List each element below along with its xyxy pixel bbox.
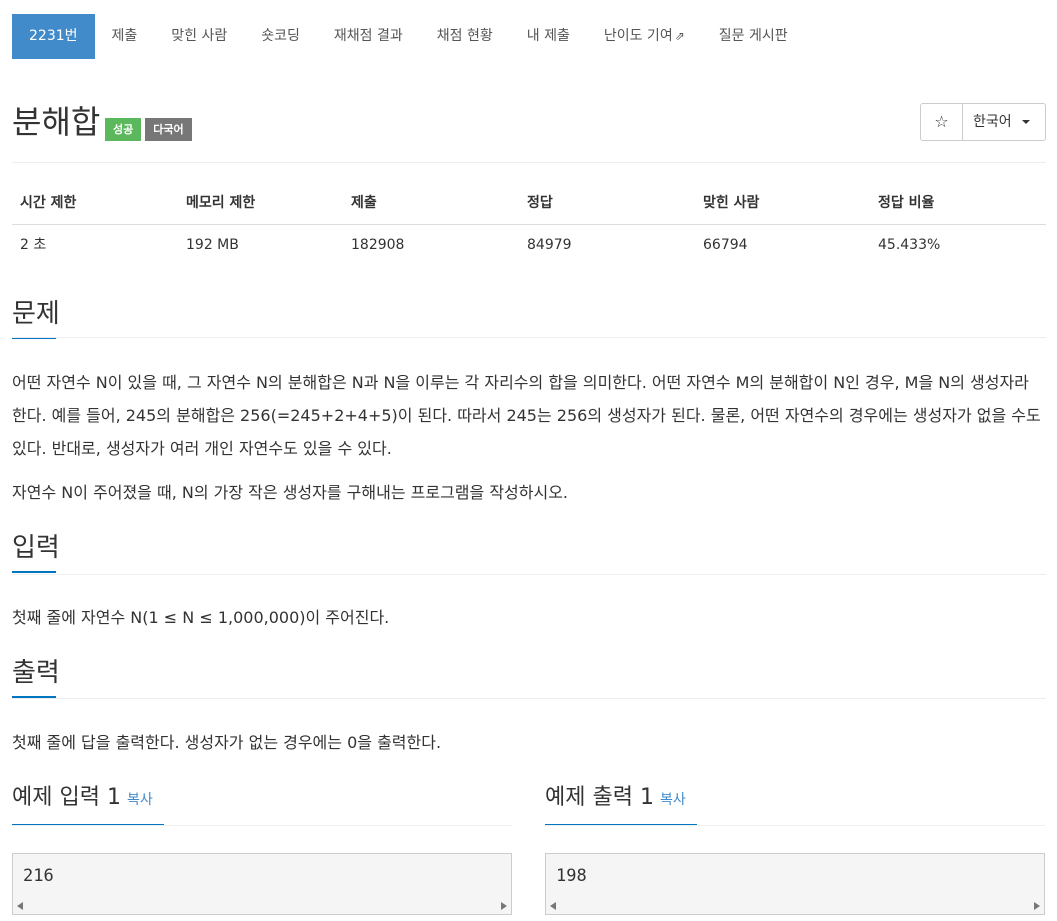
- sample-input-box[interactable]: 216: [12, 853, 512, 915]
- external-link-icon: ⇗: [674, 29, 685, 43]
- language-label: 한국어: [973, 114, 1012, 130]
- caret-down-icon: [1021, 120, 1030, 124]
- sample-output-block: 예제 출력 1 복사 198: [545, 780, 1045, 915]
- tab-solved-users[interactable]: 맞힌 사람: [154, 14, 244, 59]
- input-description: 첫째 줄에 자연수 N(1 ≤ N ≤ 1,000,000)이 주어진다.: [12, 608, 390, 627]
- info-header-cell: 맞힌 사람: [703, 195, 760, 211]
- problem-description: 어떤 자연수 N이 있을 때, 그 자연수 N의 분해합은 N과 N을 이루는 …: [12, 373, 1041, 458]
- problem-task: 자연수 N이 주어졌을 때, N의 가장 작은 생성자를 구해내는 프로그램을 …: [12, 483, 569, 502]
- star-icon[interactable]: ☆: [921, 104, 963, 140]
- output-description: 첫째 줄에 답을 출력한다. 생성자가 없는 경우에는 0을 출력한다.: [12, 733, 442, 752]
- problem-section-label: 문제: [12, 299, 60, 329]
- tab-my-submissions[interactable]: 내 제출: [510, 14, 587, 59]
- info-value-cell: 45.433%: [878, 237, 941, 253]
- section-divider: [12, 574, 1046, 575]
- header-divider: [12, 162, 1046, 163]
- section-underline: [12, 571, 56, 573]
- info-value-cell: 2 초: [20, 237, 47, 253]
- section-divider: [545, 825, 1045, 826]
- sample-output-label: 예제 출력 1: [545, 785, 654, 810]
- input-section-label: 입력: [12, 533, 60, 563]
- problem-header: 분해합 성공 다국어 ☆ 한국어: [12, 100, 1046, 150]
- problem-section-title: 문제: [12, 296, 60, 339]
- copy-input-button[interactable]: 복사: [127, 792, 153, 808]
- output-section-label: 출력: [12, 658, 60, 688]
- problem-title: 분해합: [12, 103, 101, 141]
- scroll-left-icon[interactable]: [17, 902, 23, 910]
- tab-question-board[interactable]: 질문 게시판: [702, 14, 805, 59]
- language-dropdown[interactable]: 한국어: [963, 104, 1045, 140]
- scroll-left-icon[interactable]: [550, 902, 556, 910]
- info-header-cell: 정답: [527, 195, 553, 211]
- info-value-cell: 182908: [351, 237, 405, 253]
- problem-badges: 성공 다국어: [105, 118, 192, 141]
- problem-tabs: 2231번 제출 맞힌 사람 숏코딩 재채점 결과 채점 현황 내 제출 난이도…: [12, 14, 805, 59]
- info-value-cell: 192 MB: [186, 237, 239, 253]
- sample-output-title: 예제 출력 1 복사: [545, 780, 697, 826]
- info-header-cell: 정답 비율: [878, 195, 935, 211]
- sample-input-value: 216: [23, 866, 54, 886]
- tab-problem-number[interactable]: 2231번: [12, 14, 95, 59]
- sample-input-block: 예제 입력 1 복사 216: [12, 780, 512, 915]
- multilang-badge: 다국어: [145, 118, 192, 141]
- section-divider: [12, 337, 1046, 338]
- info-header-cell: 제출: [351, 195, 377, 211]
- info-header-row: 시간 제한 메모리 제한 제출 정답 맞힌 사람 정답 비율: [12, 183, 1046, 225]
- tab-short-coding[interactable]: 숏코딩: [244, 14, 317, 59]
- problem-info-table: 시간 제한 메모리 제한 제출 정답 맞힌 사람 정답 비율 2 초 192 M…: [12, 183, 1046, 265]
- scroll-right-icon[interactable]: [501, 902, 507, 910]
- problem-actions: ☆ 한국어: [920, 103, 1046, 141]
- tab-difficulty-label: 난이도 기여: [603, 28, 673, 44]
- sample-input-title: 예제 입력 1 복사: [12, 780, 164, 826]
- section-divider: [12, 825, 512, 826]
- info-header-cell: 시간 제한: [20, 195, 77, 211]
- success-badge: 성공: [105, 118, 142, 141]
- input-section-title: 입력: [12, 530, 60, 573]
- info-header-cell: 메모리 제한: [186, 195, 256, 211]
- info-value-row: 2 초 192 MB 182908 84979 66794 45.433%: [12, 225, 1046, 265]
- copy-output-button[interactable]: 복사: [660, 792, 686, 808]
- tab-judge-status[interactable]: 채점 현황: [420, 14, 510, 59]
- scroll-right-icon[interactable]: [1034, 902, 1040, 910]
- sample-output-value: 198: [556, 866, 587, 886]
- section-divider: [12, 698, 1046, 699]
- tab-difficulty-contribution[interactable]: 난이도 기여 ⇗: [587, 14, 702, 59]
- sample-output-box[interactable]: 198: [545, 853, 1045, 915]
- info-value-cell: 66794: [703, 237, 748, 253]
- sample-input-label: 예제 입력 1: [12, 785, 121, 810]
- output-section-title: 출력: [12, 655, 60, 698]
- info-value-cell: 84979: [527, 237, 572, 253]
- tab-submit[interactable]: 제출: [95, 14, 155, 59]
- tab-rejudge-results[interactable]: 재채점 결과: [317, 14, 420, 59]
